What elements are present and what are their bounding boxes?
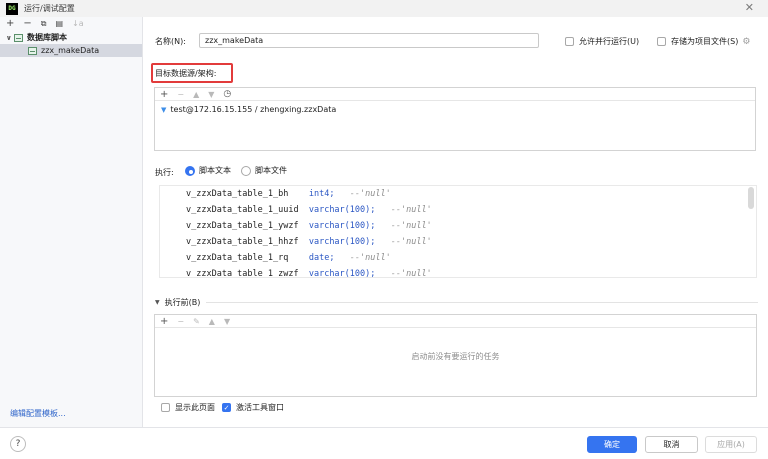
code-type: varchar(100); xyxy=(308,237,376,247)
tree-group-label: 数据库脚本 xyxy=(27,33,67,42)
window-title: 运行/调试配置 xyxy=(24,4,75,13)
code-type: varchar(100); xyxy=(308,269,376,278)
radio-script-file-button[interactable] xyxy=(241,165,251,176)
code-var: v_zzxData_table_1_ywzf xyxy=(186,221,299,231)
code-line: v_zzxData_table_1_ywzf varchar(100); --'… xyxy=(160,218,756,234)
before-launch-empty-text: 启动前没有要运行的任务 xyxy=(411,352,500,361)
code-type: varchar(100); xyxy=(308,221,376,231)
code-comment: --'null' xyxy=(349,189,391,199)
db-script-group-icon xyxy=(14,33,23,42)
datagrip-logo-icon: DG xyxy=(6,2,18,15)
section-divider xyxy=(206,302,758,303)
close-icon[interactable]: ✕ xyxy=(745,1,754,14)
allow-parallel-label: 允许并行运行(U) xyxy=(579,37,640,46)
code-var: v_zzxData_table_1_uuid xyxy=(186,205,299,215)
store-as-project-box[interactable] xyxy=(657,37,666,46)
code-type: int4; xyxy=(308,189,335,199)
editor-scrollbar[interactable] xyxy=(748,187,754,209)
target-datasource-label: 目标数据源/架构: xyxy=(155,69,217,78)
clock-icon[interactable]: ◷ xyxy=(223,89,231,99)
script-editor[interactable]: v_zzxData_table_1_bh int4; --'null' v_zz… xyxy=(159,185,757,278)
code-line: v_zzxData_table_1_bh int4; --'null' xyxy=(160,186,756,202)
help-button[interactable]: ? xyxy=(10,436,26,452)
code-line: v_zzxData_table_1_uuid varchar(100); --'… xyxy=(160,202,756,218)
show-page-label: 显示此页面 xyxy=(175,403,215,412)
activate-window-label: 激活工具窗口 xyxy=(236,403,284,412)
chevron-down-icon[interactable]: ∨ xyxy=(6,34,14,42)
tree-item-zzx-makedata[interactable]: zzx_makeData xyxy=(0,44,142,57)
code-var: v_zzxData_table_1_rq xyxy=(186,253,299,263)
sidebar-toolbar: + − ⧉ ▤ ↓a xyxy=(0,17,142,31)
title-bar: DG 运行/调试配置 ✕ xyxy=(0,0,768,17)
code-line: v_zzxData_table_1_rq date; --'null' xyxy=(160,250,756,266)
add-config-icon[interactable]: + xyxy=(6,17,14,31)
sort-config-icon[interactable]: ↓a xyxy=(72,17,84,31)
target-datasource-text: test@172.16.15.155 / zhengxing.zzxData xyxy=(170,105,337,114)
code-type: date; xyxy=(308,253,335,263)
code-type: varchar(100); xyxy=(308,205,376,215)
add-task-icon[interactable]: + xyxy=(160,316,168,327)
edit-task-icon[interactable]: ✎ xyxy=(193,317,200,326)
show-page-box[interactable] xyxy=(161,403,170,412)
code-var: v_zzxData_table_1_hhzf xyxy=(186,237,299,247)
before-launch-header[interactable]: ▼ 执行前(B) xyxy=(155,297,758,308)
collapse-triangle-icon[interactable]: ▼ xyxy=(155,299,160,306)
code-line: v_zzxData_table_1_hhzf varchar(100); --'… xyxy=(160,234,756,250)
before-launch-toolbar: + − ✎ ▲ ▼ xyxy=(155,315,756,328)
copy-config-icon[interactable]: ⧉ xyxy=(41,17,47,31)
allow-parallel-checkbox[interactable]: 允许并行运行(U) xyxy=(565,36,639,47)
tree-group-db-script[interactable]: ∨ 数据库脚本 xyxy=(0,31,142,44)
allow-parallel-box[interactable] xyxy=(565,37,574,46)
code-var: v_zzxData_table_1_bh xyxy=(186,189,299,199)
config-editor: 名称(N): zzx_makeData 允许并行运行(U) 存储为项目文件(S)… xyxy=(143,17,768,427)
db-script-icon xyxy=(28,46,37,55)
activate-window-box[interactable]: ✓ xyxy=(222,403,231,412)
activate-window-checkbox[interactable]: ✓ 激活工具窗口 xyxy=(222,402,284,413)
name-field[interactable]: zzx_makeData xyxy=(199,33,539,48)
code-comment: --'null' xyxy=(390,269,432,278)
radio-script-text-button[interactable] xyxy=(185,165,195,176)
move-down-icon[interactable]: ▼ xyxy=(208,90,214,99)
tree-item-label: zzx_makeData xyxy=(41,46,100,55)
move-up-icon[interactable]: ▲ xyxy=(193,90,199,99)
code-comment: --'null' xyxy=(390,221,432,231)
task-down-icon[interactable]: ▼ xyxy=(224,317,230,326)
execute-label: 执行: xyxy=(155,168,174,177)
config-sidebar: + − ⧉ ▤ ↓a ∨ 数据库脚本 zzx_makeData 编辑配置模板..… xyxy=(0,17,143,427)
datasource-icon: ▼ xyxy=(161,105,167,114)
edit-templates-link[interactable]: 编辑配置模板... xyxy=(10,408,66,419)
remove-target-icon[interactable]: − xyxy=(177,90,184,99)
name-label: 名称(N): xyxy=(155,37,186,46)
remove-config-icon[interactable]: − xyxy=(23,17,31,31)
target-datasource-panel: + − ▲ ▼ ◷ ▼ test@172.16.15.155 / zhengxi… xyxy=(154,87,756,151)
folder-config-icon[interactable]: ▤ xyxy=(56,17,64,31)
code-line: v_zzxData_table_1_zwzf varchar(100); --'… xyxy=(160,266,756,278)
store-as-project-label: 存储为项目文件(S) xyxy=(671,37,739,46)
before-launch-label: 执行前(B) xyxy=(164,298,201,307)
dialog-footer: ? 确定 取消 应用(A) xyxy=(0,427,768,459)
code-comment: --'null' xyxy=(390,205,432,215)
task-up-icon[interactable]: ▲ xyxy=(209,317,215,326)
target-toolbar: + − ▲ ▼ ◷ xyxy=(155,88,755,101)
radio-script-text[interactable]: 脚本文本 xyxy=(185,165,231,176)
before-launch-panel: + − ✎ ▲ ▼ 启动前没有要运行的任务 xyxy=(154,314,757,397)
show-page-checkbox[interactable]: 显示此页面 xyxy=(161,402,215,413)
ok-button[interactable]: 确定 xyxy=(587,436,637,453)
radio-script-file[interactable]: 脚本文件 xyxy=(241,165,287,176)
code-var: v_zzxData_table_1_zwzf xyxy=(186,269,299,278)
radio-script-file-label: 脚本文件 xyxy=(255,166,287,175)
radio-script-text-label: 脚本文本 xyxy=(199,166,231,175)
code-comment: --'null' xyxy=(390,237,432,247)
code-comment: --'null' xyxy=(349,253,391,263)
gear-icon[interactable]: ⚙ xyxy=(742,37,750,47)
apply-button[interactable]: 应用(A) xyxy=(705,436,757,453)
remove-task-icon[interactable]: − xyxy=(177,317,184,326)
target-datasource-item[interactable]: ▼ test@172.16.15.155 / zhengxing.zzxData xyxy=(155,105,755,114)
store-as-project-checkbox[interactable]: 存储为项目文件(S) ⚙ xyxy=(657,36,750,47)
add-target-icon[interactable]: + xyxy=(160,89,168,100)
cancel-button[interactable]: 取消 xyxy=(645,436,698,453)
